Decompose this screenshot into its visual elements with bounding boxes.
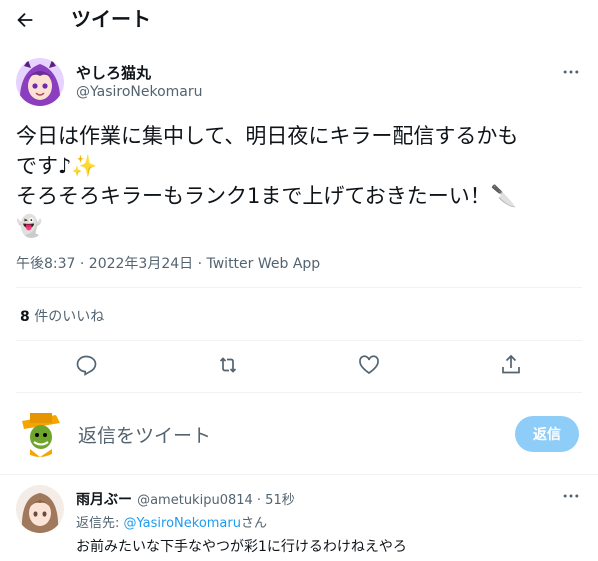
- reply-icon[interactable]: [74, 353, 98, 377]
- replying-to: 返信先: @YasiroNekomaruさん: [76, 512, 267, 531]
- replying-to-label: 返信先:: [76, 516, 124, 531]
- divider: [0, 474, 598, 475]
- likes-number: 8: [20, 309, 30, 325]
- reply-author-avatar[interactable]: [16, 485, 64, 533]
- arrow-left-icon[interactable]: [14, 9, 36, 31]
- tweet-timestamp[interactable]: 午後8:37 · 2022年3月24日 · Twitter Web App: [16, 253, 320, 273]
- author-avatar[interactable]: [16, 58, 64, 106]
- divider: [16, 392, 582, 393]
- reply-author-handle[interactable]: @ametukipu0814: [137, 493, 253, 508]
- replying-to-handle[interactable]: @YasiroNekomaru: [124, 516, 241, 531]
- reply-time[interactable]: · 51秒: [253, 493, 295, 508]
- retweet-icon[interactable]: [216, 353, 240, 377]
- likes-count[interactable]: 8 件のいいね: [20, 306, 104, 326]
- reply-author-name[interactable]: 雨月ぶー: [76, 492, 132, 508]
- reply-header: 雨月ぶー @ametukipu0814 · 51秒: [76, 489, 295, 509]
- more-horizontal-icon[interactable]: [561, 486, 581, 506]
- divider: [16, 287, 582, 288]
- author-name[interactable]: やしろ猫丸: [76, 62, 151, 83]
- user-avatar[interactable]: [16, 409, 64, 457]
- reply-text: お前みたいな下手なやつが彩1に行けるわけねえやろ: [76, 539, 407, 555]
- reply-button[interactable]: 返信: [515, 416, 579, 452]
- heart-icon[interactable]: [357, 353, 381, 377]
- divider: [16, 340, 582, 341]
- replying-to-suffix: さん: [241, 516, 268, 531]
- reply-input[interactable]: 返信をツイート: [78, 421, 211, 448]
- share-icon[interactable]: [499, 353, 523, 377]
- tweet-text: 今日は作業に集中して、明日夜にキラー配信するかも です♪✨ そろそろキラーもラン…: [16, 124, 519, 238]
- page-title: ツイート: [71, 7, 151, 31]
- likes-label: 件のいいね: [29, 309, 105, 325]
- author-handle[interactable]: @YasiroNekomaru: [76, 84, 203, 100]
- more-horizontal-icon[interactable]: [561, 62, 581, 82]
